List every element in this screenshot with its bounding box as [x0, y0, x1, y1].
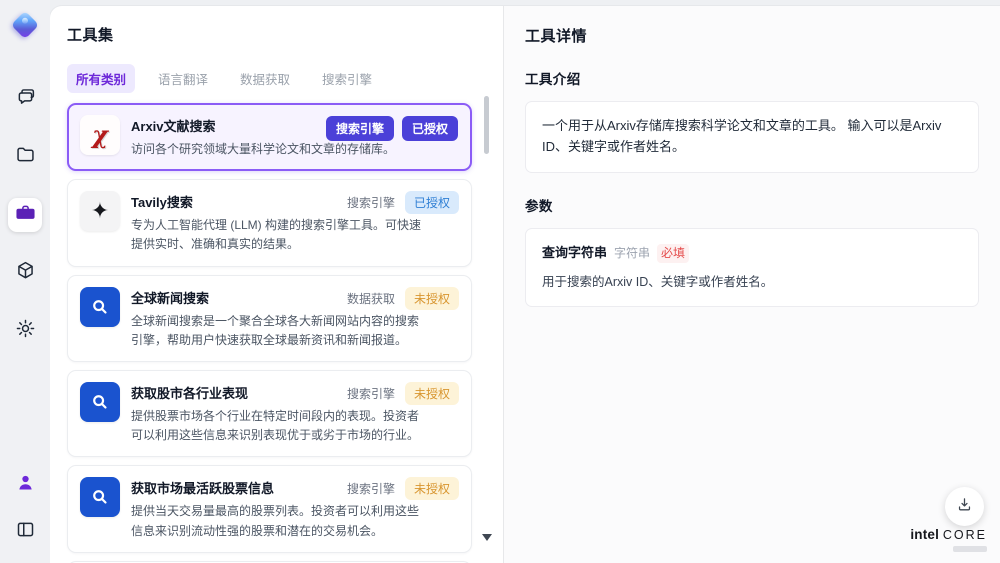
tool-icon: χ ✦ [80, 477, 120, 518]
auth-status-badge: 未授权 [404, 286, 459, 310]
param-description: 用于搜索的Arxiv ID、关键字或作者姓名。 [542, 275, 774, 290]
chat-icon [15, 86, 36, 112]
search-logo-icon [89, 391, 111, 413]
tool-list-pane: 工具集 所有类别 语言翻译 数据获取 搜索引擎 χ ✦ Arxiv文献搜索 访问… [50, 6, 503, 563]
intro-box: 一个用于从Arxiv存储库搜索科学论文和文章的工具。 输入可以是Arxiv ID… [525, 101, 979, 173]
category-badge: 数据获取 [346, 291, 395, 306]
tool-card[interactable]: χ ✦ 全球新闻搜索 全球新闻搜索是一个聚合全球各大新闻网站内容的搜索引擎，帮助… [67, 274, 472, 362]
download-icon [956, 496, 973, 518]
category-tabs: 所有类别 语言翻译 数据获取 搜索引擎 [67, 64, 478, 93]
brand-logo: intel core [910, 527, 987, 552]
tool-card[interactable]: χ ✦ 获取市场最活跃股票信息 提供当天交易量最高的股票列表。投资者可以利用这些… [67, 465, 472, 553]
category-badge: 搜索引擎 [346, 196, 395, 211]
auth-status-badge: 未授权 [404, 477, 459, 501]
brand-subtext [953, 546, 987, 552]
nav-chat-button[interactable] [8, 82, 42, 116]
app-logo[interactable] [10, 10, 40, 40]
nav-files-button[interactable] [8, 140, 42, 174]
param-name: 查询字符串 [542, 244, 608, 260]
tool-card[interactable]: χ ✦ Arxiv文献搜索 访问各个研究领域大量科学论文和文章的存储库。 搜索引… [67, 103, 472, 172]
auth-status-badge: 已授权 [404, 191, 459, 215]
category-badge: 搜索引擎 [346, 386, 395, 401]
folder-icon [15, 144, 36, 170]
tool-detail-pane: 工具详情 工具介绍 一个用于从Arxiv存储库搜索科学论文和文章的工具。 输入可… [503, 6, 1000, 563]
main-panel: 工具集 所有类别 语言翻译 数据获取 搜索引擎 χ ✦ Arxiv文献搜索 访问… [50, 6, 1000, 563]
detail-title: 工具详情 [525, 28, 588, 45]
tool-description: 访问各个研究领域大量科学论文和文章的存储库。 [131, 142, 396, 156]
brand-core-label: core [942, 528, 987, 543]
user-icon [15, 472, 36, 498]
param-box: 查询字符串 字符串 必填 用于搜索的Arxiv ID、关键字或作者姓名。 [525, 227, 979, 308]
scrollbar-thumb[interactable] [484, 96, 489, 154]
cube-icon [15, 260, 36, 286]
tool-icon: χ ✦ [80, 191, 120, 232]
star-icon: ✦ [90, 198, 110, 224]
left-rail [0, 0, 50, 563]
tool-description: 提供股票市场各个行业在特定时间段内的表现。投资者可以利用这些信息来识别表现优于或… [131, 408, 420, 443]
tool-description: 全球新闻搜索是一个聚合全球各大新闻网站内容的搜索引擎，帮助用户快速获取全球最新资… [131, 313, 420, 347]
tool-card[interactable]: χ ✦ 获取股市各行业表现 提供股票市场各个行业在特定时间段内的表现。投资者可以… [67, 369, 472, 458]
params-heading: 参数 [525, 198, 553, 214]
tool-card[interactable]: χ ✦ Tavily搜索 专为人工智能代理 (LLM) 构建的搜索引擎工具。可快… [67, 179, 472, 267]
brand-intel-label: intel [910, 527, 940, 543]
tool-badges: 搜索引擎 未授权 [345, 477, 459, 501]
tool-icon: χ ✦ [80, 381, 120, 422]
nav-settings-button[interactable] [8, 314, 42, 348]
arxiv-logo-icon: χ [92, 120, 108, 149]
tab-data-fetch[interactable]: 数据获取 [231, 64, 299, 93]
tool-badges: 数据获取 未授权 [345, 286, 459, 310]
panel-icon [15, 519, 36, 545]
scrollbar[interactable] [484, 92, 489, 533]
search-logo-icon [89, 296, 111, 318]
category-badge: 搜索引擎 [346, 482, 395, 497]
download-button[interactable] [945, 487, 984, 526]
intro-heading: 工具介绍 [525, 72, 581, 87]
category-badge: 搜索引擎 [325, 116, 394, 141]
tab-translation[interactable]: 语言翻译 [149, 64, 217, 93]
tool-badges: 搜索引擎 已授权 [325, 116, 458, 141]
nav-tools-button[interactable] [8, 198, 42, 232]
auth-status-badge: 未授权 [404, 381, 459, 405]
tool-description: 专为人工智能代理 (LLM) 构建的搜索引擎工具。可快速提供实时、准确和真实的结… [131, 218, 422, 252]
briefcase-icon [15, 202, 36, 228]
tool-icon: χ ✦ [80, 286, 120, 327]
param-required-badge: 必填 [657, 243, 690, 263]
tool-description: 提供当天交易量最高的股票列表。投资者可以利用这些信息来识别流动性强的股票和潜在的… [131, 504, 420, 538]
nav-models-button[interactable] [8, 256, 42, 290]
user-account-button[interactable] [8, 468, 42, 502]
param-head: 查询字符串 字符串 必填 [542, 243, 962, 264]
tool-badges: 搜索引擎 未授权 [345, 381, 459, 405]
tool-icon: χ ✦ [80, 115, 120, 155]
rail-nav [8, 82, 42, 348]
auth-status-badge: 已授权 [401, 116, 458, 141]
search-logo-icon [89, 486, 111, 508]
gem-logo-icon [10, 10, 40, 40]
scroll-down-icon[interactable] [482, 534, 492, 541]
tool-list: χ ✦ Arxiv文献搜索 访问各个研究领域大量科学论文和文章的存储库。 搜索引… [67, 103, 478, 563]
gear-icon [15, 318, 36, 344]
tab-all-categories[interactable]: 所有类别 [67, 64, 136, 93]
param-type: 字符串 [614, 245, 651, 260]
rail-bottom [8, 468, 42, 563]
tab-search-engine[interactable]: 搜索引擎 [313, 64, 381, 93]
page-title: 工具集 [67, 27, 114, 44]
tool-badges: 搜索引擎 已授权 [345, 191, 459, 215]
panel-toggle-button[interactable] [8, 515, 42, 549]
